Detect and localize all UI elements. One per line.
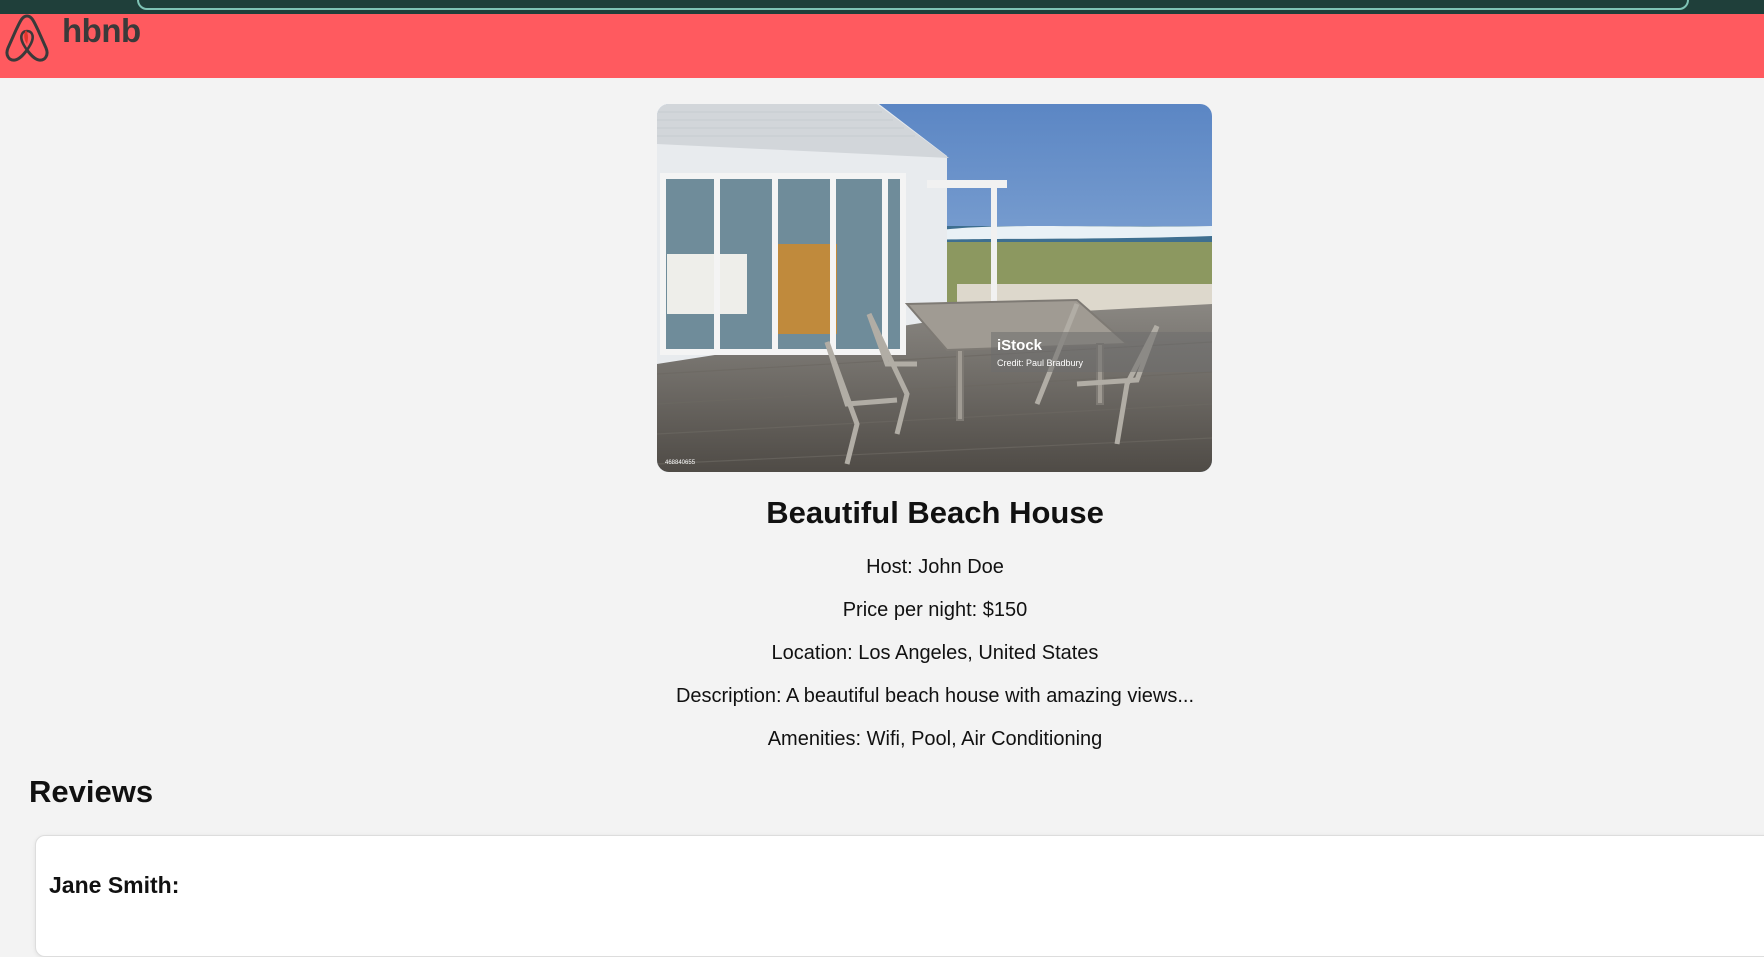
top-search-bar[interactable]	[137, 0, 1689, 10]
logo-text: hbnb	[62, 12, 141, 49]
place-image: iStock Credit: Paul Bradbury 468840655	[657, 104, 1212, 472]
place-price: Price per night: $150	[842, 599, 1028, 621]
place-location: Location: Los Angeles, United States	[771, 642, 1099, 664]
airbnb-logo-icon	[4, 14, 50, 62]
logo[interactable]: hbnb	[4, 12, 141, 62]
image-watermark: iStock	[997, 337, 1043, 354]
place-host: Host: John Doe	[866, 556, 1004, 578]
place-amenities: Amenities: Wifi, Pool, Air Conditioning	[767, 728, 1103, 750]
reviews-heading: Reviews	[29, 774, 154, 809]
place-title: Beautiful Beach House	[766, 495, 1104, 530]
reviewer-name: Jane Smith:	[49, 872, 180, 898]
image-id: 468840655	[665, 460, 696, 466]
review-card: Jane Smith:	[35, 835, 1764, 957]
top-strip	[0, 0, 1764, 14]
image-credit: Credit: Paul Bradbury	[997, 358, 1084, 368]
site-header: hbnb	[0, 12, 1764, 78]
place-description: Description: A beautiful beach house wit…	[675, 685, 1195, 707]
